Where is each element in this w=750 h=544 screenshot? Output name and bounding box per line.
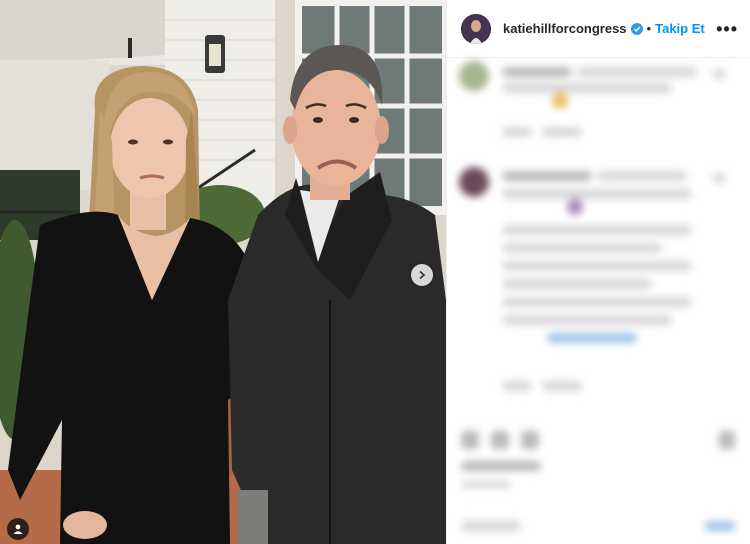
share-icon [521, 431, 539, 449]
comment-line [502, 297, 692, 307]
follow-button[interactable]: Takip Et [655, 21, 705, 36]
comment-line [502, 243, 662, 253]
comment-line [502, 189, 692, 199]
post-header: katiehillforcongress • Takip Et ••• [447, 0, 750, 58]
comment-meta [502, 127, 532, 137]
comment-line [502, 261, 692, 271]
comment-meta [542, 381, 582, 391]
comment-line [712, 173, 726, 183]
comment-line [597, 171, 687, 181]
comment-line [712, 69, 726, 79]
tagged-users-button[interactable] [7, 518, 29, 540]
comment-avatar [459, 167, 489, 197]
user-tag-icon [13, 524, 23, 534]
post-photo[interactable] [0, 0, 446, 544]
add-comment-bar [461, 521, 521, 531]
username-link[interactable]: katiehillforcongress [503, 21, 627, 36]
comment-meta [542, 127, 582, 137]
save-icon [719, 431, 735, 449]
avatar[interactable] [461, 13, 491, 44]
post-date [461, 481, 511, 488]
post-button [705, 521, 735, 531]
separator-dot: • [646, 21, 652, 36]
comment-line [502, 67, 572, 77]
emoji-blob [567, 199, 583, 215]
likes-count [461, 461, 541, 471]
comment-line [577, 67, 697, 77]
comment-line [502, 315, 672, 325]
comment-link [547, 333, 637, 343]
comment-line [502, 171, 592, 181]
comment-avatar [459, 61, 489, 91]
more-options-button[interactable]: ••• [716, 20, 738, 38]
chevron-right-icon [419, 270, 426, 280]
post-side-panel: katiehillforcongress • Takip Et ••• [446, 0, 750, 544]
post-image [0, 0, 446, 544]
verified-badge-icon [630, 22, 643, 35]
comment-line [502, 83, 672, 93]
comments-section [447, 59, 750, 544]
comment-line [502, 279, 652, 289]
like-icon [461, 431, 479, 449]
comment-line [502, 225, 692, 235]
comment-icon [491, 431, 509, 449]
next-photo-button[interactable] [411, 264, 433, 286]
emoji-blob [552, 93, 568, 109]
comment-meta [502, 381, 532, 391]
